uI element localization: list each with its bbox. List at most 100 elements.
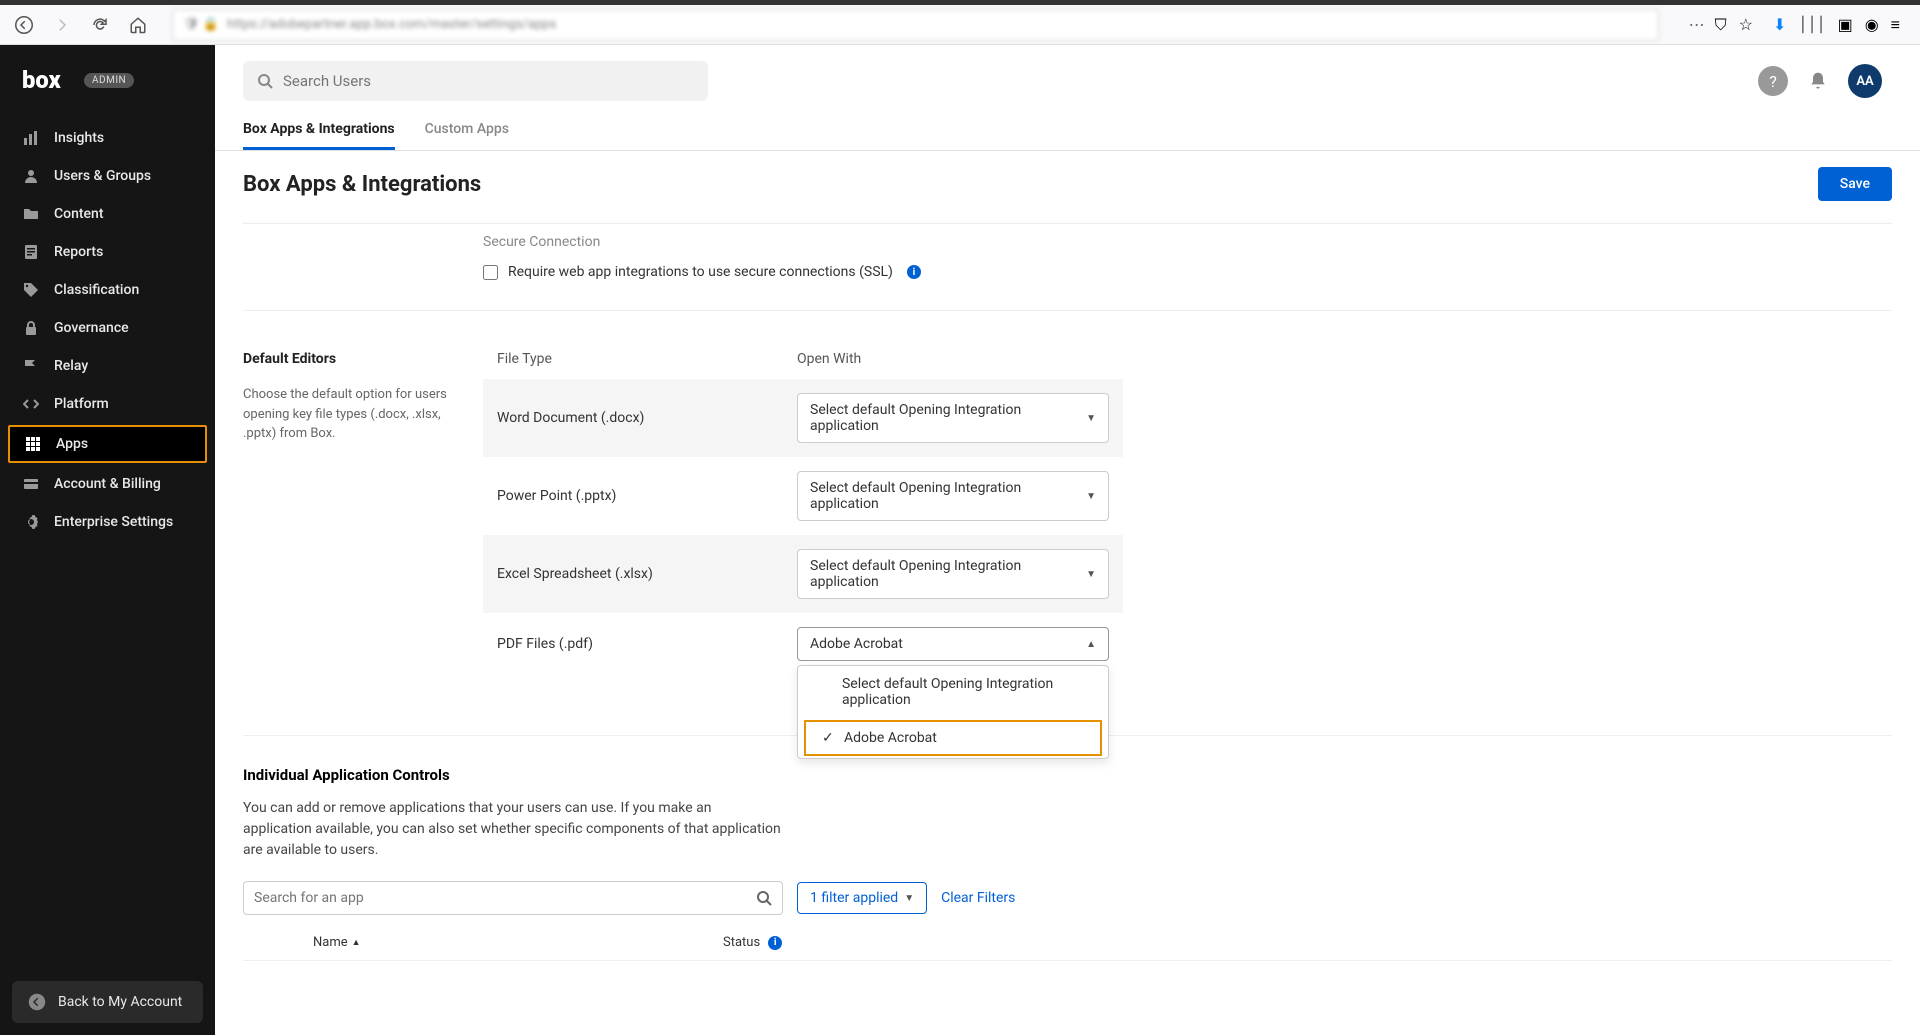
app-search[interactable] (243, 881, 783, 915)
select-excel[interactable]: Select default Opening Integration appli… (797, 549, 1109, 599)
reload-button[interactable] (86, 11, 114, 39)
save-button[interactable]: Save (1818, 167, 1892, 201)
sidebar-item-enterprise[interactable]: Enterprise Settings (0, 503, 215, 541)
tag-icon (22, 281, 40, 299)
browser-toolbar: 🛡 🔒 https://adobepartner.app.box.com/mas… (0, 5, 1920, 45)
account-icon[interactable]: ◉ (1865, 15, 1879, 34)
sidebar-item-label: Apps (56, 436, 88, 452)
user-icon (22, 167, 40, 185)
code-icon (22, 395, 40, 413)
chevron-down-icon: ▼ (1086, 569, 1096, 580)
sidebar-item-label: Enterprise Settings (54, 514, 173, 530)
col-filetype: File Type (497, 351, 797, 367)
sidebar-item-apps[interactable]: Apps (8, 425, 207, 463)
col-name[interactable]: Name▲ (243, 935, 723, 950)
sidebar-item-users[interactable]: Users & Groups (0, 157, 215, 195)
filter-button[interactable]: 1 filter applied▼ (797, 882, 927, 914)
sidebar-item-label: Insights (54, 130, 104, 146)
card-icon (22, 475, 40, 493)
editor-row-pdf: PDF Files (.pdf) Adobe Acrobat▲ Select d… (483, 613, 1123, 675)
menu-icon[interactable]: ≡ (1891, 15, 1900, 35)
sidebar-item-label: Users & Groups (54, 168, 151, 184)
sort-asc-icon: ▲ (352, 937, 361, 948)
sidebar-item-platform[interactable]: Platform (0, 385, 215, 423)
sidebar-item-reports[interactable]: Reports (0, 233, 215, 271)
sidebar-item-label: Governance (54, 320, 129, 336)
library-icon[interactable]: ⏐⏐⏐ (1798, 15, 1825, 35)
search-icon (257, 73, 273, 89)
sidebar-toggle-icon[interactable]: ▣ (1838, 15, 1853, 34)
chevron-up-icon: ▲ (1086, 639, 1096, 650)
tab-custom-apps[interactable]: Custom Apps (425, 111, 509, 150)
logo: box ADMIN (0, 45, 215, 115)
download-icon[interactable]: ⬇ (1773, 15, 1786, 34)
report-icon (22, 243, 40, 261)
sidebar-item-insights[interactable]: Insights (0, 119, 215, 157)
notifications-icon[interactable] (1808, 71, 1828, 91)
editor-row-excel: Excel Spreadsheet (.xlsx) Select default… (483, 535, 1123, 613)
main-content: ? AA Box Apps & Integrations Custom Apps… (215, 45, 1920, 1035)
sidebar-item-classification[interactable]: Classification (0, 271, 215, 309)
filetype-label: Excel Spreadsheet (.xlsx) (497, 566, 797, 582)
search-users[interactable] (243, 61, 708, 101)
chevron-down-icon: ▼ (1086, 491, 1096, 502)
sidebar-item-content[interactable]: Content (0, 195, 215, 233)
col-openwith: Open With (797, 351, 861, 367)
forward-button[interactable] (48, 11, 76, 39)
sidebar-item-label: Reports (54, 244, 103, 260)
ssl-checkbox-row[interactable]: Require web app integrations to use secu… (483, 264, 1652, 280)
info-icon[interactable]: i (907, 265, 921, 279)
sidebar: box ADMIN Insights Users & Groups Conten… (0, 45, 215, 1035)
home-button[interactable] (124, 11, 152, 39)
filetype-label: Word Document (.docx) (497, 410, 797, 426)
chevron-left-icon (28, 993, 46, 1011)
sidebar-item-label: Account & Billing (54, 476, 161, 492)
sidebar-item-label: Content (54, 206, 104, 222)
page-title: Box Apps & Integrations (243, 172, 481, 197)
ssl-checkbox[interactable] (483, 265, 498, 280)
avatar[interactable]: AA (1848, 64, 1882, 98)
info-icon[interactable]: i (768, 936, 782, 950)
back-button[interactable] (10, 11, 38, 39)
tab-box-apps[interactable]: Box Apps & Integrations (243, 111, 395, 150)
pdf-dropdown: Select default Opening Integration appli… (797, 665, 1109, 759)
sidebar-item-relay[interactable]: Relay (0, 347, 215, 385)
svg-text:box: box (22, 66, 61, 94)
filetype-label: Power Point (.pptx) (497, 488, 797, 504)
chart-icon (22, 129, 40, 147)
editor-row-ppt: Power Point (.pptx) Select default Openi… (483, 457, 1123, 535)
col-status: Statusi (723, 935, 782, 950)
lock-icon (22, 319, 40, 337)
individual-description: You can add or remove applications that … (243, 798, 783, 861)
select-word[interactable]: Select default Opening Integration appli… (797, 393, 1109, 443)
dropdown-option-acrobat[interactable]: ✓Adobe Acrobat (804, 720, 1102, 756)
pocket-icon[interactable]: ⛉ (1715, 15, 1727, 35)
sidebar-item-billing[interactable]: Account & Billing (0, 465, 215, 503)
url-bar[interactable]: 🛡 🔒 https://adobepartner.app.box.com/mas… (172, 9, 1659, 41)
search-input[interactable] (283, 72, 694, 90)
editors-description: Choose the default option for users open… (243, 385, 453, 444)
editor-row-word: Word Document (.docx) Select default Ope… (483, 379, 1123, 457)
chevron-down-icon: ▼ (1086, 413, 1096, 424)
dropdown-option-default[interactable]: Select default Opening Integration appli… (798, 666, 1108, 718)
more-icon[interactable]: ⋯ (1689, 15, 1705, 34)
secure-heading: Secure Connection (483, 234, 1652, 250)
sidebar-item-label: Platform (54, 396, 109, 412)
bookmark-icon[interactable]: ☆ (1739, 15, 1753, 34)
filetype-label: PDF Files (.pdf) (497, 636, 797, 652)
gear-icon (22, 513, 40, 531)
back-to-account-button[interactable]: Back to My Account (12, 981, 203, 1023)
chevron-down-icon: ▼ (904, 893, 914, 904)
ssl-label: Require web app integrations to use secu… (508, 264, 893, 280)
help-icon[interactable]: ? (1758, 66, 1788, 96)
individual-heading: Individual Application Controls (243, 766, 1892, 784)
editors-heading: Default Editors (243, 351, 453, 367)
select-ppt[interactable]: Select default Opening Integration appli… (797, 471, 1109, 521)
clear-filters-link[interactable]: Clear Filters (941, 890, 1015, 906)
sidebar-item-governance[interactable]: Governance (0, 309, 215, 347)
back-label: Back to My Account (58, 994, 182, 1010)
app-search-input[interactable] (254, 890, 756, 906)
search-icon (756, 890, 772, 906)
tabs: Box Apps & Integrations Custom Apps (215, 111, 1920, 151)
select-pdf[interactable]: Adobe Acrobat▲ (797, 627, 1109, 661)
